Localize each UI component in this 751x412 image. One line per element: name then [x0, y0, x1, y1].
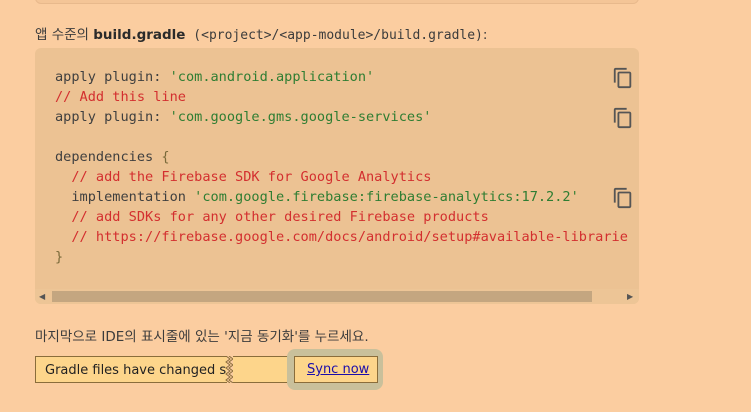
- code-keyword: dependencies: [55, 149, 162, 165]
- notification-message: Gradle files have changed si: [45, 363, 227, 378]
- code-line: apply plugin: 'com.android.application': [55, 69, 374, 85]
- copy-button[interactable]: [612, 67, 634, 91]
- code-line: apply plugin: 'com.google.gms.google-ser…: [55, 109, 431, 125]
- previous-code-card: [35, 0, 639, 4]
- code-brace: {: [161, 149, 170, 165]
- sync-now-link[interactable]: Sync now: [307, 362, 369, 377]
- horizontal-scrollbar[interactable]: ◀ ▶: [35, 289, 639, 304]
- code-line: dependencies {: [55, 149, 170, 165]
- copy-icon: [613, 107, 632, 129]
- copy-button[interactable]: [612, 187, 634, 211]
- code-comment: // Add this line: [55, 89, 186, 105]
- code-string: 'com.google.firebase:firebase-analytics:…: [194, 189, 579, 205]
- intro-text: 앱 수준의 build.gradle (<project>/<app-modul…: [35, 23, 487, 43]
- code-comment: // https://firebase.google.com/docs/andr…: [55, 229, 628, 245]
- code-block: apply plugin: 'com.android.application' …: [35, 48, 639, 304]
- code-line: implementation 'com.google.firebase:fire…: [55, 189, 579, 205]
- code-keyword: apply plugin:: [55, 109, 170, 125]
- code-brace: }: [55, 249, 64, 265]
- instruction-text: 마지막으로 IDE의 표시줄에 있는 '지금 동기화'를 누르세요.: [35, 329, 369, 345]
- chevron-left-icon[interactable]: ◀: [39, 292, 45, 301]
- intro-file-name: build.gradle: [93, 27, 186, 43]
- intro-prefix: 앱 수준의: [35, 27, 94, 43]
- code-keyword: apply plugin:: [55, 69, 170, 85]
- copy-icon: [613, 67, 632, 89]
- scrollbar-thumb[interactable]: [52, 291, 592, 302]
- copy-button[interactable]: [612, 107, 634, 131]
- copy-icon: [613, 187, 632, 209]
- notification-bar: Gradle files have changed si: [35, 356, 227, 383]
- intro-suffix: :: [482, 27, 488, 43]
- code-string: 'com.google.gms.google-services': [169, 109, 432, 125]
- code-comment: // add the Firebase SDK for Google Analy…: [55, 169, 432, 185]
- code-string: 'com.android.application': [169, 69, 375, 85]
- intro-path: (<project>/<app-module>/build.gradle): [185, 28, 483, 43]
- code-comment: // add SDKs for any other desired Fireba…: [55, 209, 489, 225]
- code-keyword: implementation: [55, 189, 195, 205]
- chevron-right-icon[interactable]: ▶: [627, 292, 633, 301]
